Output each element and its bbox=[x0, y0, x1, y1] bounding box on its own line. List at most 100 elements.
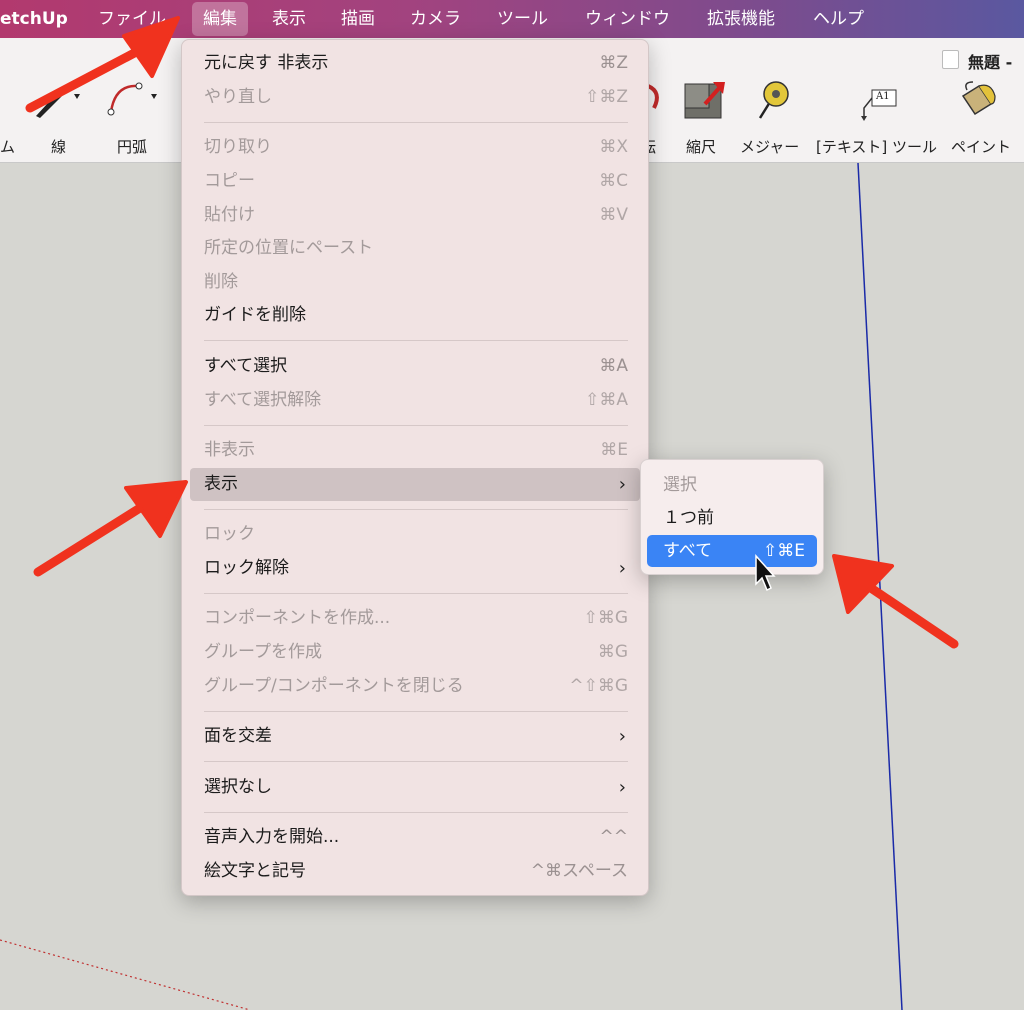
menu-separator bbox=[204, 593, 628, 594]
menu-separator bbox=[204, 122, 628, 123]
menu-item-label: コピー bbox=[204, 171, 255, 191]
menu-item-delete: 削除 bbox=[190, 266, 640, 299]
menubar-draw[interactable]: 描画 bbox=[341, 0, 375, 38]
document-title: 無題 - bbox=[968, 53, 1013, 72]
tool-label: ペイント bbox=[951, 138, 1012, 156]
submenu-item-all[interactable]: すべて ⇧⌘E bbox=[647, 535, 817, 567]
menu-item-label: 表示 bbox=[204, 474, 238, 494]
menu-separator bbox=[204, 425, 628, 426]
menubar-extensions[interactable]: 拡張機能 bbox=[707, 0, 775, 38]
menubar-tools[interactable]: ツール bbox=[497, 0, 548, 38]
tool-label: 円弧 bbox=[117, 138, 148, 156]
menu-item-label: 選択 bbox=[663, 475, 697, 495]
chevron-right-icon: › bbox=[618, 474, 626, 495]
menu-item-shortcut: ⇧⌘E bbox=[763, 541, 805, 561]
menu-item-label: 削除 bbox=[204, 272, 238, 292]
menu-item-label: 非表示 bbox=[204, 440, 255, 460]
menu-item-label: ガイドを削除 bbox=[204, 305, 306, 325]
menu-item-shortcut: ⌘Z bbox=[599, 53, 628, 73]
menu-item-lock: ロック bbox=[190, 518, 640, 551]
menu-item-paste: 貼付け ⌘V bbox=[190, 199, 640, 232]
menubar-view[interactable]: 表示 bbox=[272, 0, 306, 38]
menubar-app-name[interactable]: etchUp bbox=[0, 0, 68, 38]
submenu-item-selected: 選択 bbox=[647, 469, 817, 501]
menu-item-label: ロック解除 bbox=[204, 558, 289, 578]
menu-item-label: やり直し bbox=[204, 87, 272, 107]
menu-item-label: コンポーネントを作成... bbox=[204, 608, 391, 628]
menu-item-label: すべて選択 bbox=[204, 356, 288, 376]
text-tool-glyph: A1 bbox=[876, 91, 890, 102]
tool-label: ム bbox=[0, 138, 16, 156]
menu-item-copy: コピー ⌘C bbox=[190, 165, 640, 198]
menu-item-shortcut: ⌘X bbox=[599, 137, 628, 157]
menu-item-shortcut: ^^ bbox=[599, 827, 629, 847]
menu-item-no-selection[interactable]: 選択なし › bbox=[190, 771, 640, 804]
menu-item-label: 音声入力を開始... bbox=[204, 827, 340, 847]
arc-icon bbox=[107, 82, 157, 116]
menu-item-shortcut: ^⌘スペース bbox=[530, 861, 628, 881]
menubar-camera[interactable]: カメラ bbox=[410, 0, 461, 38]
menu-bar: etchUp ファイル 編集 表示 描画 カメラ ツール ウィンドウ 拡張機能 … bbox=[0, 0, 1024, 38]
menu-item-shortcut: ⌘A bbox=[599, 356, 628, 376]
show-submenu: 選択 １つ前 すべて ⇧⌘E bbox=[640, 459, 824, 575]
menu-item-start-dictation[interactable]: 音声入力を開始... ^^ bbox=[190, 821, 640, 854]
menu-item-label: すべて bbox=[663, 541, 713, 561]
menubar-window[interactable]: ウィンドウ bbox=[585, 0, 670, 38]
menu-item-redo: やり直し ⇧⌘Z bbox=[190, 81, 640, 114]
menubar-help[interactable]: ヘルプ bbox=[813, 0, 864, 38]
menu-item-label: 元に戻す 非表示 bbox=[204, 53, 329, 73]
menu-item-shortcut: ^⇧⌘G bbox=[569, 676, 628, 696]
menu-item-shortcut: ⌘V bbox=[599, 205, 628, 225]
menu-separator bbox=[204, 812, 628, 813]
menu-item-label: グループを作成 bbox=[204, 642, 322, 662]
menu-item-label: 貼付け bbox=[204, 205, 255, 225]
menu-item-shortcut: ⌘C bbox=[599, 171, 628, 191]
blue-axis-line bbox=[857, 162, 903, 1010]
pencil-icon bbox=[36, 92, 80, 118]
menu-item-shortcut: ⌘E bbox=[600, 440, 628, 460]
menu-separator bbox=[204, 340, 628, 341]
menu-item-select-all[interactable]: すべて選択 ⌘A bbox=[190, 350, 640, 383]
menubar-edit[interactable]: 編集 bbox=[192, 2, 248, 36]
menu-item-unlock[interactable]: ロック解除 › bbox=[190, 552, 640, 585]
menu-item-make-group: グループを作成 ⌘G bbox=[190, 636, 640, 669]
scale-icon bbox=[684, 82, 725, 119]
menu-item-undo[interactable]: 元に戻す 非表示 ⌘Z bbox=[190, 47, 640, 80]
chevron-right-icon: › bbox=[618, 558, 626, 579]
paint-bucket-icon bbox=[961, 81, 996, 116]
menu-separator bbox=[204, 761, 628, 762]
menu-item-shortcut: ⇧⌘Z bbox=[585, 87, 628, 107]
chevron-right-icon: › bbox=[618, 726, 626, 747]
menu-item-delete-guides[interactable]: ガイドを削除 bbox=[190, 299, 640, 332]
menubar-file[interactable]: ファイル bbox=[98, 0, 166, 38]
tool-label: 縮尺 bbox=[686, 138, 717, 156]
menu-item-label: 切り取り bbox=[204, 137, 272, 157]
chevron-right-icon: › bbox=[618, 777, 626, 798]
menu-item-hide: 非表示 ⌘E bbox=[190, 434, 640, 467]
red-axis-line bbox=[0, 939, 251, 1010]
menu-separator bbox=[204, 711, 628, 712]
menu-item-paste-in-place: 所定の位置にペースト bbox=[190, 232, 640, 265]
menu-item-close-group: グループ/コンポーネントを閉じる ^⇧⌘G bbox=[190, 670, 640, 703]
menu-item-emoji-symbols[interactable]: 絵文字と記号 ^⌘スペース bbox=[190, 855, 640, 888]
menu-item-label: 絵文字と記号 bbox=[204, 861, 306, 881]
menu-item-label: １つ前 bbox=[663, 508, 714, 528]
menu-item-shortcut: ⇧⌘A bbox=[585, 390, 628, 410]
edit-menu: 元に戻す 非表示 ⌘Z やり直し ⇧⌘Z 切り取り ⌘X コピー ⌘C 貼付け ⌘V 所定… bbox=[181, 39, 649, 896]
menu-item-shortcut: ⇧⌘G bbox=[583, 608, 628, 628]
menu-item-deselect-all: すべて選択解除 ⇧⌘A bbox=[190, 384, 640, 417]
menu-item-show[interactable]: 表示 › bbox=[190, 468, 640, 501]
tool-label: メジャー bbox=[740, 138, 800, 156]
menu-item-cut: 切り取り ⌘X bbox=[190, 131, 640, 164]
menu-item-label: ロック bbox=[204, 524, 255, 544]
tool-label: [テキスト] ツール bbox=[816, 138, 938, 156]
menu-item-shortcut: ⌘G bbox=[597, 642, 628, 662]
menu-item-label: 所定の位置にペースト bbox=[204, 238, 374, 258]
submenu-item-last[interactable]: １つ前 bbox=[647, 502, 817, 534]
menu-item-label: 選択なし bbox=[204, 777, 272, 797]
menu-separator bbox=[204, 509, 628, 510]
menu-item-intersect-faces[interactable]: 面を交差 › bbox=[190, 720, 640, 753]
tool-label: 線 bbox=[51, 138, 67, 156]
menu-item-label: すべて選択解除 bbox=[204, 390, 322, 410]
tape-measure-icon bbox=[758, 81, 789, 119]
